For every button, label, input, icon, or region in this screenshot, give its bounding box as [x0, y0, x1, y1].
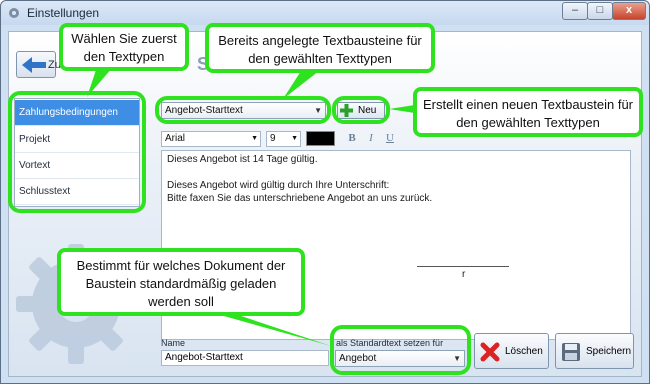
- font-family-value: Arial: [165, 133, 186, 144]
- callout-existing-blocks-line: den gewählten Texttypen: [248, 51, 392, 66]
- font-size-value: 9: [270, 133, 276, 144]
- window-title: Einstellungen: [27, 6, 100, 20]
- save-button[interactable]: Speichern: [555, 333, 634, 369]
- settings-window: Einstellungen – □ x Zu S Zahlungsbedingu…: [0, 0, 650, 384]
- bold-button[interactable]: B: [344, 131, 360, 146]
- editor-line: Dieses Angebot ist 14 Tage gültig.: [167, 154, 318, 165]
- delete-button-label: Löschen: [505, 346, 543, 357]
- save-button-label: Speichern: [586, 346, 632, 357]
- callout-create-block: Erstellt einen neuen Textbaustein für de…: [413, 87, 643, 137]
- delete-x-icon: [480, 342, 500, 362]
- save-disk-icon: [562, 343, 580, 361]
- callout-default-document-line: Baustein standardmäßig geladen: [85, 276, 277, 291]
- minimize-button[interactable]: –: [562, 2, 588, 20]
- highlight-texttype-list: [8, 91, 146, 213]
- underline-button[interactable]: U: [382, 131, 398, 146]
- maximize-button[interactable]: □: [587, 2, 613, 20]
- text-color-picker[interactable]: [306, 131, 335, 146]
- highlight-default-document: [330, 325, 471, 375]
- editor-line: Bitte faxen Sie das unterschriebene Ange…: [167, 193, 433, 204]
- editor-line: Dieses Angebot wird gültig durch Ihre Un…: [167, 180, 390, 191]
- callout-default-document: Bestimmt für welches Dokument der Bauste…: [57, 248, 305, 316]
- callout-create-block-line: den gewählten Texttypen: [456, 115, 600, 130]
- callout-select-type: Wählen Sie zuerst den Texttypen: [59, 23, 189, 71]
- highlight-template-select: [155, 96, 331, 124]
- close-button[interactable]: x: [612, 2, 646, 20]
- callout-existing-blocks: Bereits angelegte Textbausteine für den …: [205, 23, 435, 73]
- signature-line: [417, 266, 509, 267]
- callout-default-document-line: werden soll: [148, 294, 214, 309]
- signature-text: r: [462, 269, 466, 280]
- name-label: Name: [161, 338, 186, 348]
- arrow-left-icon: [22, 57, 46, 73]
- font-family-select[interactable]: Arial ▼: [161, 131, 261, 147]
- name-field[interactable]: Angebot-Starttext: [161, 350, 329, 366]
- callout-default-document-line: Bestimmt für welches Dokument der: [76, 258, 286, 273]
- highlight-new-button: [332, 96, 390, 124]
- settings-app-icon: [9, 8, 19, 18]
- chevron-down-icon: ▼: [251, 135, 258, 142]
- callout-select-type-line: Wählen Sie zuerst: [71, 31, 177, 46]
- font-size-select[interactable]: 9 ▼: [266, 131, 301, 147]
- chevron-down-icon: ▼: [291, 135, 298, 142]
- delete-button[interactable]: Löschen: [474, 333, 549, 369]
- title-bar: Einstellungen – □ x: [1, 1, 649, 25]
- callout-select-type-line: den Texttypen: [83, 49, 165, 64]
- back-button[interactable]: Zu: [16, 51, 61, 78]
- callout-create-block-line: Erstellt einen neuen Textbaustein für: [422, 97, 634, 112]
- callout-existing-blocks-line: Bereits angelegte Textbausteine für: [218, 33, 422, 48]
- italic-button[interactable]: I: [363, 131, 379, 146]
